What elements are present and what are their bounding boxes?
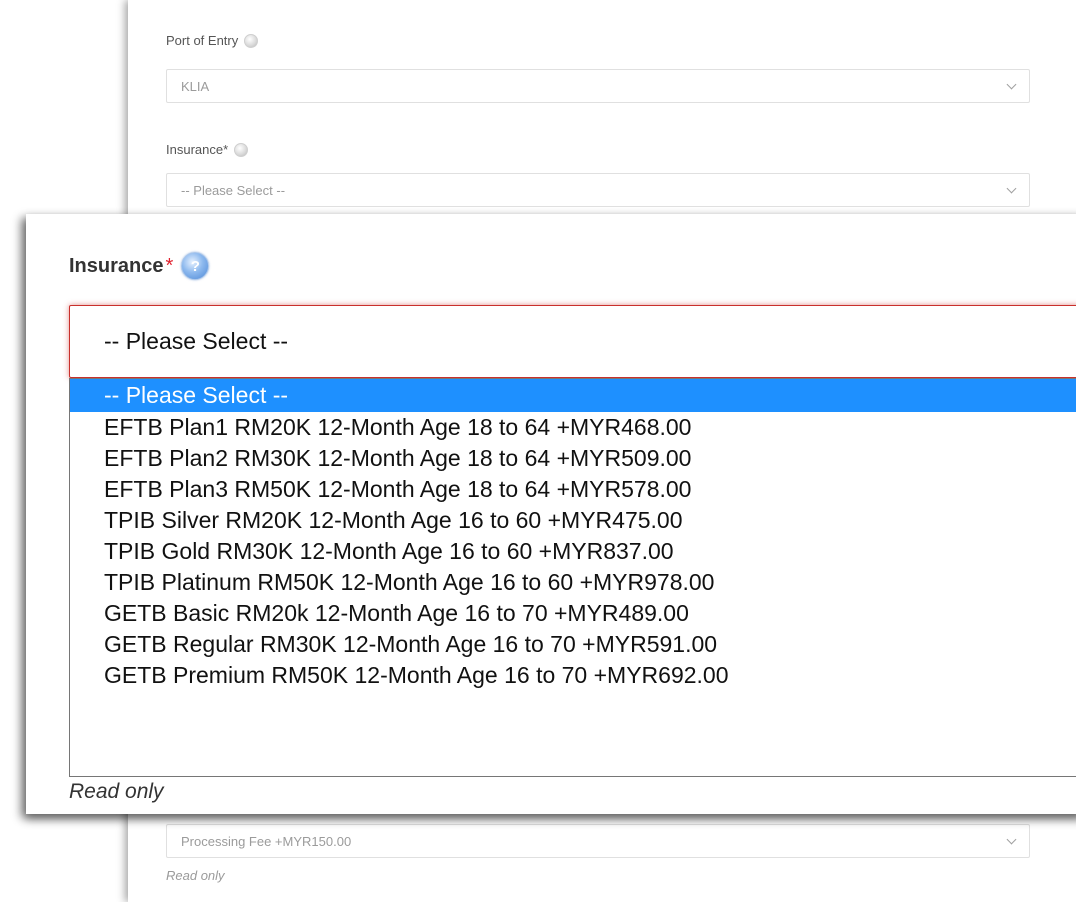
port-of-entry-label: Port of Entry bbox=[166, 33, 259, 48]
insurance-select-small[interactable]: -- Please Select -- bbox=[166, 173, 1030, 207]
port-of-entry-value: KLIA bbox=[181, 78, 210, 94]
insurance-option[interactable]: TPIB Silver RM20K 12-Month Age 16 to 60 … bbox=[70, 505, 1076, 536]
insurance-option[interactable]: GETB Basic RM20k 12-Month Age 16 to 70 +… bbox=[70, 598, 1076, 629]
insurance-select-small-value: -- Please Select -- bbox=[181, 182, 286, 198]
insurance-options-list[interactable]: -- Please Select -- EFTB Plan1 RM20K 12-… bbox=[69, 378, 1076, 777]
insurance-option[interactable]: GETB Premium RM50K 12-Month Age 16 to 70… bbox=[70, 660, 1076, 691]
port-of-entry-help-icon[interactable] bbox=[244, 33, 259, 48]
insurance-option[interactable]: GETB Regular RM30K 12-Month Age 16 to 70… bbox=[70, 629, 1076, 660]
insurance-option[interactable]: EFTB Plan1 RM20K 12-Month Age 18 to 64 +… bbox=[70, 412, 1076, 443]
required-mark: * bbox=[223, 142, 229, 157]
insurance-label-small-text: Insurance bbox=[166, 142, 224, 157]
insurance-option[interactable]: TPIB Gold RM30K 12-Month Age 16 to 60 +M… bbox=[70, 536, 1076, 567]
readonly-note: Read only bbox=[69, 780, 164, 803]
insurance-select[interactable]: -- Please Select -- bbox=[69, 305, 1076, 378]
insurance-option[interactable]: -- Please Select -- bbox=[70, 379, 1076, 412]
required-asterisk: * bbox=[165, 254, 174, 277]
insurance-label-small: Insurance * bbox=[166, 142, 249, 157]
chevron-down-icon bbox=[1006, 834, 1017, 845]
help-glyph: ? bbox=[190, 257, 200, 275]
insurance-label-text: Insurance bbox=[69, 254, 164, 277]
insurance-help-icon-small[interactable] bbox=[234, 142, 249, 157]
insurance-option[interactable]: EFTB Plan3 RM50K 12-Month Age 18 to 64 +… bbox=[70, 474, 1076, 505]
insurance-option[interactable]: EFTB Plan2 RM30K 12-Month Age 18 to 64 +… bbox=[70, 443, 1076, 474]
chevron-down-icon bbox=[1006, 79, 1017, 90]
port-of-entry-label-text: Port of Entry bbox=[166, 33, 239, 48]
port-of-entry-select[interactable]: KLIA bbox=[166, 69, 1030, 103]
processing-fee-readonly-note: Read only bbox=[166, 868, 225, 883]
zoomed-insurance-panel: Insurance * ? -- Please Select -- -- Ple… bbox=[26, 214, 1076, 814]
question-circle-icon[interactable]: ? bbox=[181, 252, 210, 280]
processing-fee-value: Processing Fee +MYR150.00 bbox=[181, 833, 352, 849]
insurance-label: Insurance * ? bbox=[69, 252, 210, 280]
processing-fee-select[interactable]: Processing Fee +MYR150.00 bbox=[166, 824, 1030, 858]
chevron-down-icon bbox=[1006, 183, 1017, 194]
insurance-option[interactable]: TPIB Platinum RM50K 12-Month Age 16 to 6… bbox=[70, 567, 1076, 598]
insurance-select-value: -- Please Select -- bbox=[104, 328, 289, 354]
